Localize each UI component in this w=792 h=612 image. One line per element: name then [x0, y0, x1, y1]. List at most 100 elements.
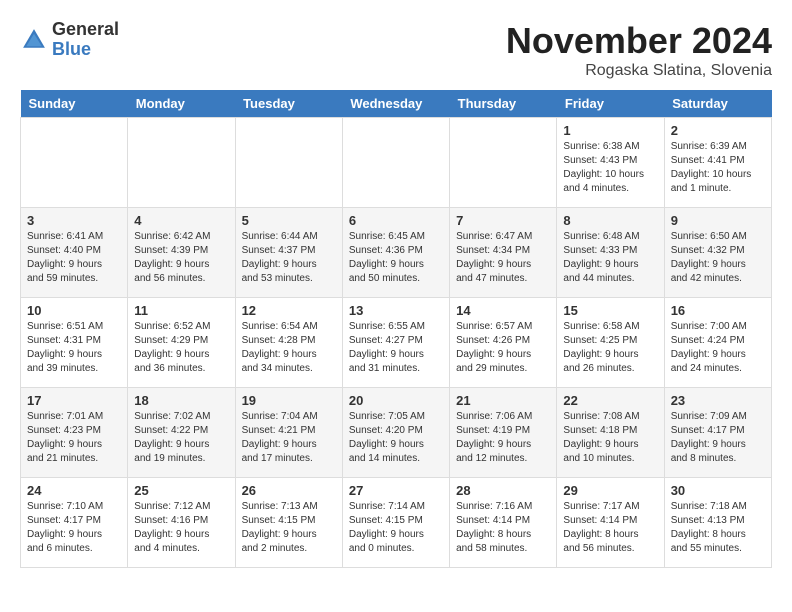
day-number: 27: [349, 483, 443, 498]
day-info: Sunrise: 7:18 AM Sunset: 4:13 PM Dayligh…: [671, 500, 765, 556]
calendar-cell: [21, 118, 128, 208]
day-info: Sunrise: 6:48 AM Sunset: 4:33 PM Dayligh…: [563, 230, 657, 286]
calendar-cell: 4 Sunrise: 6:42 AM Sunset: 4:39 PM Daylig…: [128, 208, 235, 298]
page-header: General Blue November 2024 Rogaska Slati…: [20, 20, 772, 80]
weekday-header: Thursday: [450, 90, 557, 118]
day-number: 4: [134, 213, 228, 228]
weekday-header: Tuesday: [235, 90, 342, 118]
calendar-cell: 20Sunrise: 7:05 AM Sunset: 4:20 PM Dayli…: [342, 388, 449, 478]
day-info: Sunrise: 6:58 AM Sunset: 4:25 PM Dayligh…: [563, 320, 657, 376]
calendar-cell: 18Sunrise: 7:02 AM Sunset: 4:22 PM Dayli…: [128, 388, 235, 478]
day-number: 2: [671, 123, 765, 138]
calendar-table: SundayMondayTuesdayWednesdayThursdayFrid…: [20, 90, 772, 568]
day-info: Sunrise: 6:50 AM Sunset: 4:32 PM Dayligh…: [671, 230, 765, 286]
day-number: 16: [671, 303, 765, 318]
calendar-cell: 19 Sunrise: 7:04 AM Sunset: 4:21 PM Dayli…: [235, 388, 342, 478]
day-number: 23: [671, 393, 765, 408]
weekday-header: Friday: [557, 90, 664, 118]
day-number: 15: [563, 303, 657, 318]
day-info: Sunrise: 6:38 AM Sunset: 4:43 PM Dayligh…: [563, 140, 657, 196]
day-number: 30: [671, 483, 765, 498]
day-info: Sunrise: 6:44 AM Sunset: 4:37 PM Dayligh…: [242, 230, 336, 286]
day-info: Sunrise: 6:57 AM Sunset: 4:26 PM Dayligh…: [456, 320, 550, 376]
day-number: 21: [456, 393, 550, 408]
calendar-cell: 13Sunrise: 6:55 AM Sunset: 4:27 PM Dayli…: [342, 298, 449, 388]
day-number: 25: [134, 483, 228, 498]
day-number: 29: [563, 483, 657, 498]
day-number: 1: [563, 123, 657, 138]
day-info: Sunrise: 7:01 AM Sunset: 4:23 PM Dayligh…: [27, 410, 121, 466]
calendar-cell: 7 Sunrise: 6:47 AM Sunset: 4:34 PM Daylig…: [450, 208, 557, 298]
day-number: 26: [242, 483, 336, 498]
calendar-cell: [342, 118, 449, 208]
calendar-body: 1 Sunrise: 6:38 AM Sunset: 4:43 PM Daylig…: [21, 118, 772, 568]
calendar-cell: 22 Sunrise: 7:08 AM Sunset: 4:18 PM Dayli…: [557, 388, 664, 478]
day-number: 10: [27, 303, 121, 318]
calendar-week-row: 1 Sunrise: 6:38 AM Sunset: 4:43 PM Daylig…: [21, 118, 772, 208]
day-number: 17: [27, 393, 121, 408]
day-info: Sunrise: 6:42 AM Sunset: 4:39 PM Dayligh…: [134, 230, 228, 286]
logo-icon: [20, 26, 48, 54]
day-info: Sunrise: 7:14 AM Sunset: 4:15 PM Dayligh…: [349, 500, 443, 556]
calendar-cell: [450, 118, 557, 208]
day-info: Sunrise: 7:04 AM Sunset: 4:21 PM Dayligh…: [242, 410, 336, 466]
day-info: Sunrise: 6:47 AM Sunset: 4:34 PM Dayligh…: [456, 230, 550, 286]
calendar-cell: 17 Sunrise: 7:01 AM Sunset: 4:23 PM Dayli…: [21, 388, 128, 478]
day-number: 5: [242, 213, 336, 228]
calendar-cell: 9 Sunrise: 6:50 AM Sunset: 4:32 PM Daylig…: [664, 208, 771, 298]
day-info: Sunrise: 6:55 AM Sunset: 4:27 PM Dayligh…: [349, 320, 443, 376]
day-number: 7: [456, 213, 550, 228]
calendar-cell: 6Sunrise: 6:45 AM Sunset: 4:36 PM Daylig…: [342, 208, 449, 298]
logo: General Blue: [20, 20, 119, 60]
day-number: 12: [242, 303, 336, 318]
day-number: 19: [242, 393, 336, 408]
weekday-header: Wednesday: [342, 90, 449, 118]
calendar-cell: 11Sunrise: 6:52 AM Sunset: 4:29 PM Dayli…: [128, 298, 235, 388]
day-info: Sunrise: 7:17 AM Sunset: 4:14 PM Dayligh…: [563, 500, 657, 556]
day-number: 8: [563, 213, 657, 228]
day-info: Sunrise: 7:13 AM Sunset: 4:15 PM Dayligh…: [242, 500, 336, 556]
calendar-cell: 26 Sunrise: 7:13 AM Sunset: 4:15 PM Dayli…: [235, 478, 342, 568]
calendar-cell: 16 Sunrise: 7:00 AM Sunset: 4:24 PM Dayli…: [664, 298, 771, 388]
day-info: Sunrise: 7:16 AM Sunset: 4:14 PM Dayligh…: [456, 500, 550, 556]
calendar-cell: 12 Sunrise: 6:54 AM Sunset: 4:28 PM Dayli…: [235, 298, 342, 388]
calendar-cell: [235, 118, 342, 208]
day-number: 14: [456, 303, 550, 318]
calendar-cell: 1 Sunrise: 6:38 AM Sunset: 4:43 PM Daylig…: [557, 118, 664, 208]
calendar-cell: 15 Sunrise: 6:58 AM Sunset: 4:25 PM Dayli…: [557, 298, 664, 388]
calendar-cell: [128, 118, 235, 208]
day-info: Sunrise: 7:10 AM Sunset: 4:17 PM Dayligh…: [27, 500, 121, 556]
weekday-header: Sunday: [21, 90, 128, 118]
day-number: 9: [671, 213, 765, 228]
day-info: Sunrise: 6:41 AM Sunset: 4:40 PM Dayligh…: [27, 230, 121, 286]
day-number: 18: [134, 393, 228, 408]
weekday-header: Monday: [128, 90, 235, 118]
weekday-row: SundayMondayTuesdayWednesdayThursdayFrid…: [21, 90, 772, 118]
day-number: 6: [349, 213, 443, 228]
calendar-header: SundayMondayTuesdayWednesdayThursdayFrid…: [21, 90, 772, 118]
day-info: Sunrise: 6:54 AM Sunset: 4:28 PM Dayligh…: [242, 320, 336, 376]
calendar-cell: 5 Sunrise: 6:44 AM Sunset: 4:37 PM Daylig…: [235, 208, 342, 298]
day-info: Sunrise: 6:52 AM Sunset: 4:29 PM Dayligh…: [134, 320, 228, 376]
logo-text: General Blue: [52, 20, 119, 60]
calendar-cell: 24Sunrise: 7:10 AM Sunset: 4:17 PM Dayli…: [21, 478, 128, 568]
calendar-cell: 29 Sunrise: 7:17 AM Sunset: 4:14 PM Dayli…: [557, 478, 664, 568]
weekday-header: Saturday: [664, 90, 771, 118]
calendar-cell: 2 Sunrise: 6:39 AM Sunset: 4:41 PM Daylig…: [664, 118, 771, 208]
day-info: Sunrise: 6:39 AM Sunset: 4:41 PM Dayligh…: [671, 140, 765, 196]
day-info: Sunrise: 7:09 AM Sunset: 4:17 PM Dayligh…: [671, 410, 765, 466]
day-info: Sunrise: 7:06 AM Sunset: 4:19 PM Dayligh…: [456, 410, 550, 466]
day-info: Sunrise: 7:08 AM Sunset: 4:18 PM Dayligh…: [563, 410, 657, 466]
day-info: Sunrise: 7:00 AM Sunset: 4:24 PM Dayligh…: [671, 320, 765, 376]
day-number: 22: [563, 393, 657, 408]
logo-blue: Blue: [52, 40, 119, 60]
calendar-cell: 25Sunrise: 7:12 AM Sunset: 4:16 PM Dayli…: [128, 478, 235, 568]
calendar-week-row: 10Sunrise: 6:51 AM Sunset: 4:31 PM Dayli…: [21, 298, 772, 388]
day-number: 20: [349, 393, 443, 408]
calendar-cell: 14 Sunrise: 6:57 AM Sunset: 4:26 PM Dayli…: [450, 298, 557, 388]
calendar-cell: 10Sunrise: 6:51 AM Sunset: 4:31 PM Dayli…: [21, 298, 128, 388]
calendar-week-row: 24Sunrise: 7:10 AM Sunset: 4:17 PM Dayli…: [21, 478, 772, 568]
calendar-cell: 21 Sunrise: 7:06 AM Sunset: 4:19 PM Dayli…: [450, 388, 557, 478]
calendar-cell: 23 Sunrise: 7:09 AM Sunset: 4:17 PM Dayli…: [664, 388, 771, 478]
calendar-week-row: 17 Sunrise: 7:01 AM Sunset: 4:23 PM Dayli…: [21, 388, 772, 478]
